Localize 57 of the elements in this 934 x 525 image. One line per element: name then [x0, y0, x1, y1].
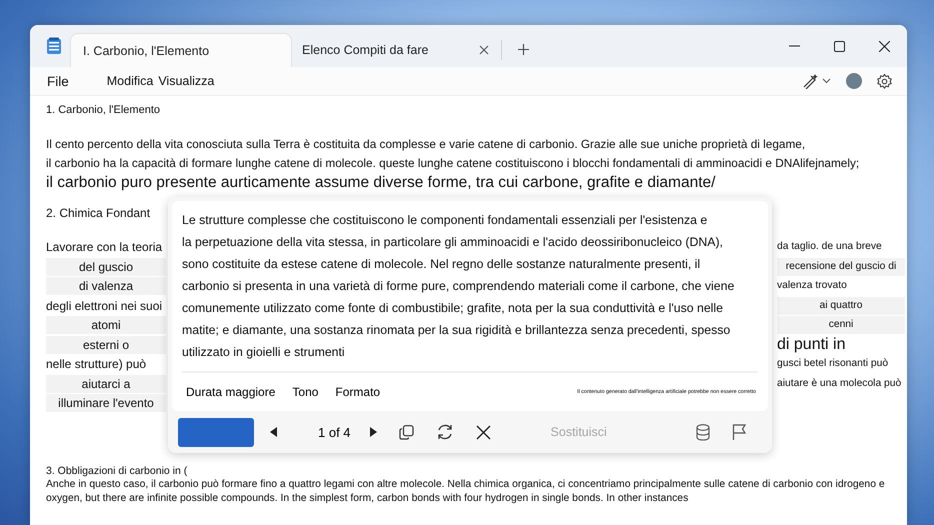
- new-tab-icon[interactable]: [518, 44, 529, 55]
- suggestion-line: carbonio si presenta in una varietà di forme pure, comprendendo materiali come il carbone, che viene: [182, 278, 736, 295]
- magic-pen-icon[interactable]: [802, 73, 832, 89]
- notepad-icon: [46, 37, 62, 55]
- settings-icon[interactable]: [876, 72, 893, 90]
- page-counter: 1 of 4: [318, 424, 351, 440]
- text-fragment: gusci betel risonanti può: [777, 357, 890, 371]
- menu-item[interactable]: Modifica: [106, 74, 154, 88]
- copy-icon[interactable]: [398, 424, 414, 440]
- option-button[interactable]: Formato: [335, 385, 380, 399]
- suggestion-line: la perpetuazione della vita stessa, in particolare gli amminoacidi e l'acido deossiribonucleico (DNA),: [182, 234, 724, 251]
- option-button[interactable]: Tono: [292, 385, 318, 399]
- text-fragment: del guscio: [46, 258, 166, 276]
- maximize-icon[interactable]: [834, 40, 845, 52]
- refresh-icon[interactable]: [436, 423, 454, 441]
- heading: 2. Chimica Fondant: [46, 206, 150, 222]
- avatar-icon[interactable]: [846, 73, 862, 89]
- text-fragment: esterni o: [46, 336, 166, 354]
- text-fragment: da taglio. de una breve: [777, 240, 883, 254]
- text-fragment: aiutare è una molecola può: [777, 376, 902, 390]
- menu-item[interactable]: Visualizza: [158, 74, 214, 88]
- heading: 1. Carbonio, l'Elemento: [46, 104, 160, 118]
- text-fragment: aiutarci a: [46, 374, 166, 392]
- suggestion-line: comunemente utilizzato come fonte di combustibile; grafite, nota per la sua conduttività e l'uso nelle: [182, 300, 724, 317]
- close-icon[interactable]: [476, 424, 491, 440]
- text-fragment: illuminare l'evento: [46, 394, 166, 412]
- option-button[interactable]: Durata maggiore: [186, 385, 276, 399]
- text-fragment: nelle strutture) può: [46, 356, 148, 373]
- suggestion-line: matite; e diamante, una sostanza rinomata per la sua rigidità e brillantezza senza precedenti, spesso: [182, 322, 732, 339]
- text-fragment: Lavorare con la teoria: [46, 239, 164, 256]
- flag-icon[interactable]: [732, 424, 746, 440]
- menu-item[interactable]: File: [47, 74, 69, 88]
- minimize-icon[interactable]: [789, 45, 800, 47]
- suggestion-line: Le strutture complesse che costituiscono le componenti fondamentali essenziali per l'esistenza e: [182, 212, 708, 229]
- paragraph-line: oxygen, but there are infinite possible compounds. In the simplest form, carbon bonds with four hydrogen in single bonds. In other instances: [46, 492, 688, 506]
- heading: 3. Obbligazioni di carbonio in (: [46, 464, 188, 478]
- document-tab[interactable]: I. Carbonio, l'Elemento: [70, 33, 292, 67]
- paragraph-line: il carbonio ha la capacità di formare lunghe catene di molecole. queste lunghe catene costituiscono i blocchi fondamentali di amminoacidi e DNAlifejnamely;: [46, 155, 860, 172]
- text-fragment: degli elettroni nei suoi: [46, 298, 164, 314]
- text-fragment: valenza trovato: [777, 279, 848, 293]
- text-fragment: ai quattro: [777, 296, 905, 314]
- text-fragment: recensione del guscio di: [777, 258, 905, 276]
- text-fragment: di punti in: [777, 336, 846, 354]
- close-icon[interactable]: [479, 45, 489, 55]
- text-fragment: atomi: [46, 316, 166, 334]
- text-fragment: di valenza: [46, 277, 166, 295]
- stack-icon[interactable]: [696, 424, 710, 440]
- close-icon[interactable]: [879, 40, 890, 52]
- paragraph-line: Anche in questo caso, il carbonio può formare fino a quattro legami con altre molecole. Nella chimica organica, ci concentriamo principalmente sulle catene di carbonio con idrogeno e: [46, 478, 885, 492]
- paragraph-line: Il cento percento della vita conosciuta sulla Terra è costituita da complesse e varie catene di carbonio. Grazie alle sue uniche proprietà di legame,: [46, 136, 806, 153]
- suggestion-line: utilizzato in gioielli e strumenti: [182, 344, 346, 361]
- paragraph-line: il carbonio puro presente aurticamente assume diverse forme, tra cui carbone, grafite e diamante/: [46, 173, 716, 192]
- previous-icon[interactable]: [270, 427, 278, 437]
- text-fragment: cenni: [777, 316, 905, 334]
- next-icon[interactable]: [368, 427, 377, 437]
- document-tab[interactable]: Elenco Compiti da fare: [292, 40, 502, 60]
- suggestion-line: sono costituite da estese catene di molecole. Nel regno delle sostanze naturalmente presenti, il: [182, 256, 702, 273]
